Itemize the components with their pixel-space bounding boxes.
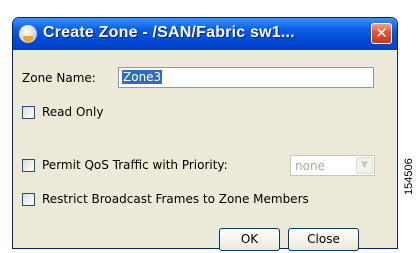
app-globe-icon xyxy=(19,25,37,43)
dialog-body: Zone Name: Zone3 Read Only Permit QoS Tr… xyxy=(13,50,397,248)
ok-button[interactable]: OK xyxy=(219,228,280,251)
read-only-checkbox[interactable] xyxy=(22,106,35,119)
read-only-label: Read Only xyxy=(42,105,104,119)
priority-value: none xyxy=(295,159,325,173)
permit-qos-label: Permit QoS Traffic with Priority: xyxy=(42,158,228,172)
create-zone-dialog: Create Zone - /SAN/Fabric sw1... ✕ Zone … xyxy=(12,17,398,249)
restrict-broadcast-checkbox[interactable] xyxy=(22,193,35,206)
chevron-down-icon[interactable]: ▼ xyxy=(356,157,373,174)
close-icon[interactable]: ✕ xyxy=(371,23,392,44)
permit-qos-checkbox[interactable] xyxy=(22,159,35,172)
zone-name-value: Zone3 xyxy=(122,70,163,84)
zone-name-label: Zone Name: xyxy=(22,71,96,85)
close-button[interactable]: Close xyxy=(288,228,359,251)
window-title: Create Zone - /SAN/Fabric sw1... xyxy=(43,24,295,41)
title-bar[interactable]: Create Zone - /SAN/Fabric sw1... ✕ xyxy=(13,18,397,50)
restrict-broadcast-label: Restrict Broadcast Frames to Zone Member… xyxy=(42,192,309,206)
zone-name-input[interactable]: Zone3 xyxy=(118,67,374,88)
priority-select[interactable]: none ▼ xyxy=(290,155,375,176)
figure-code: 154506 xyxy=(403,158,415,195)
